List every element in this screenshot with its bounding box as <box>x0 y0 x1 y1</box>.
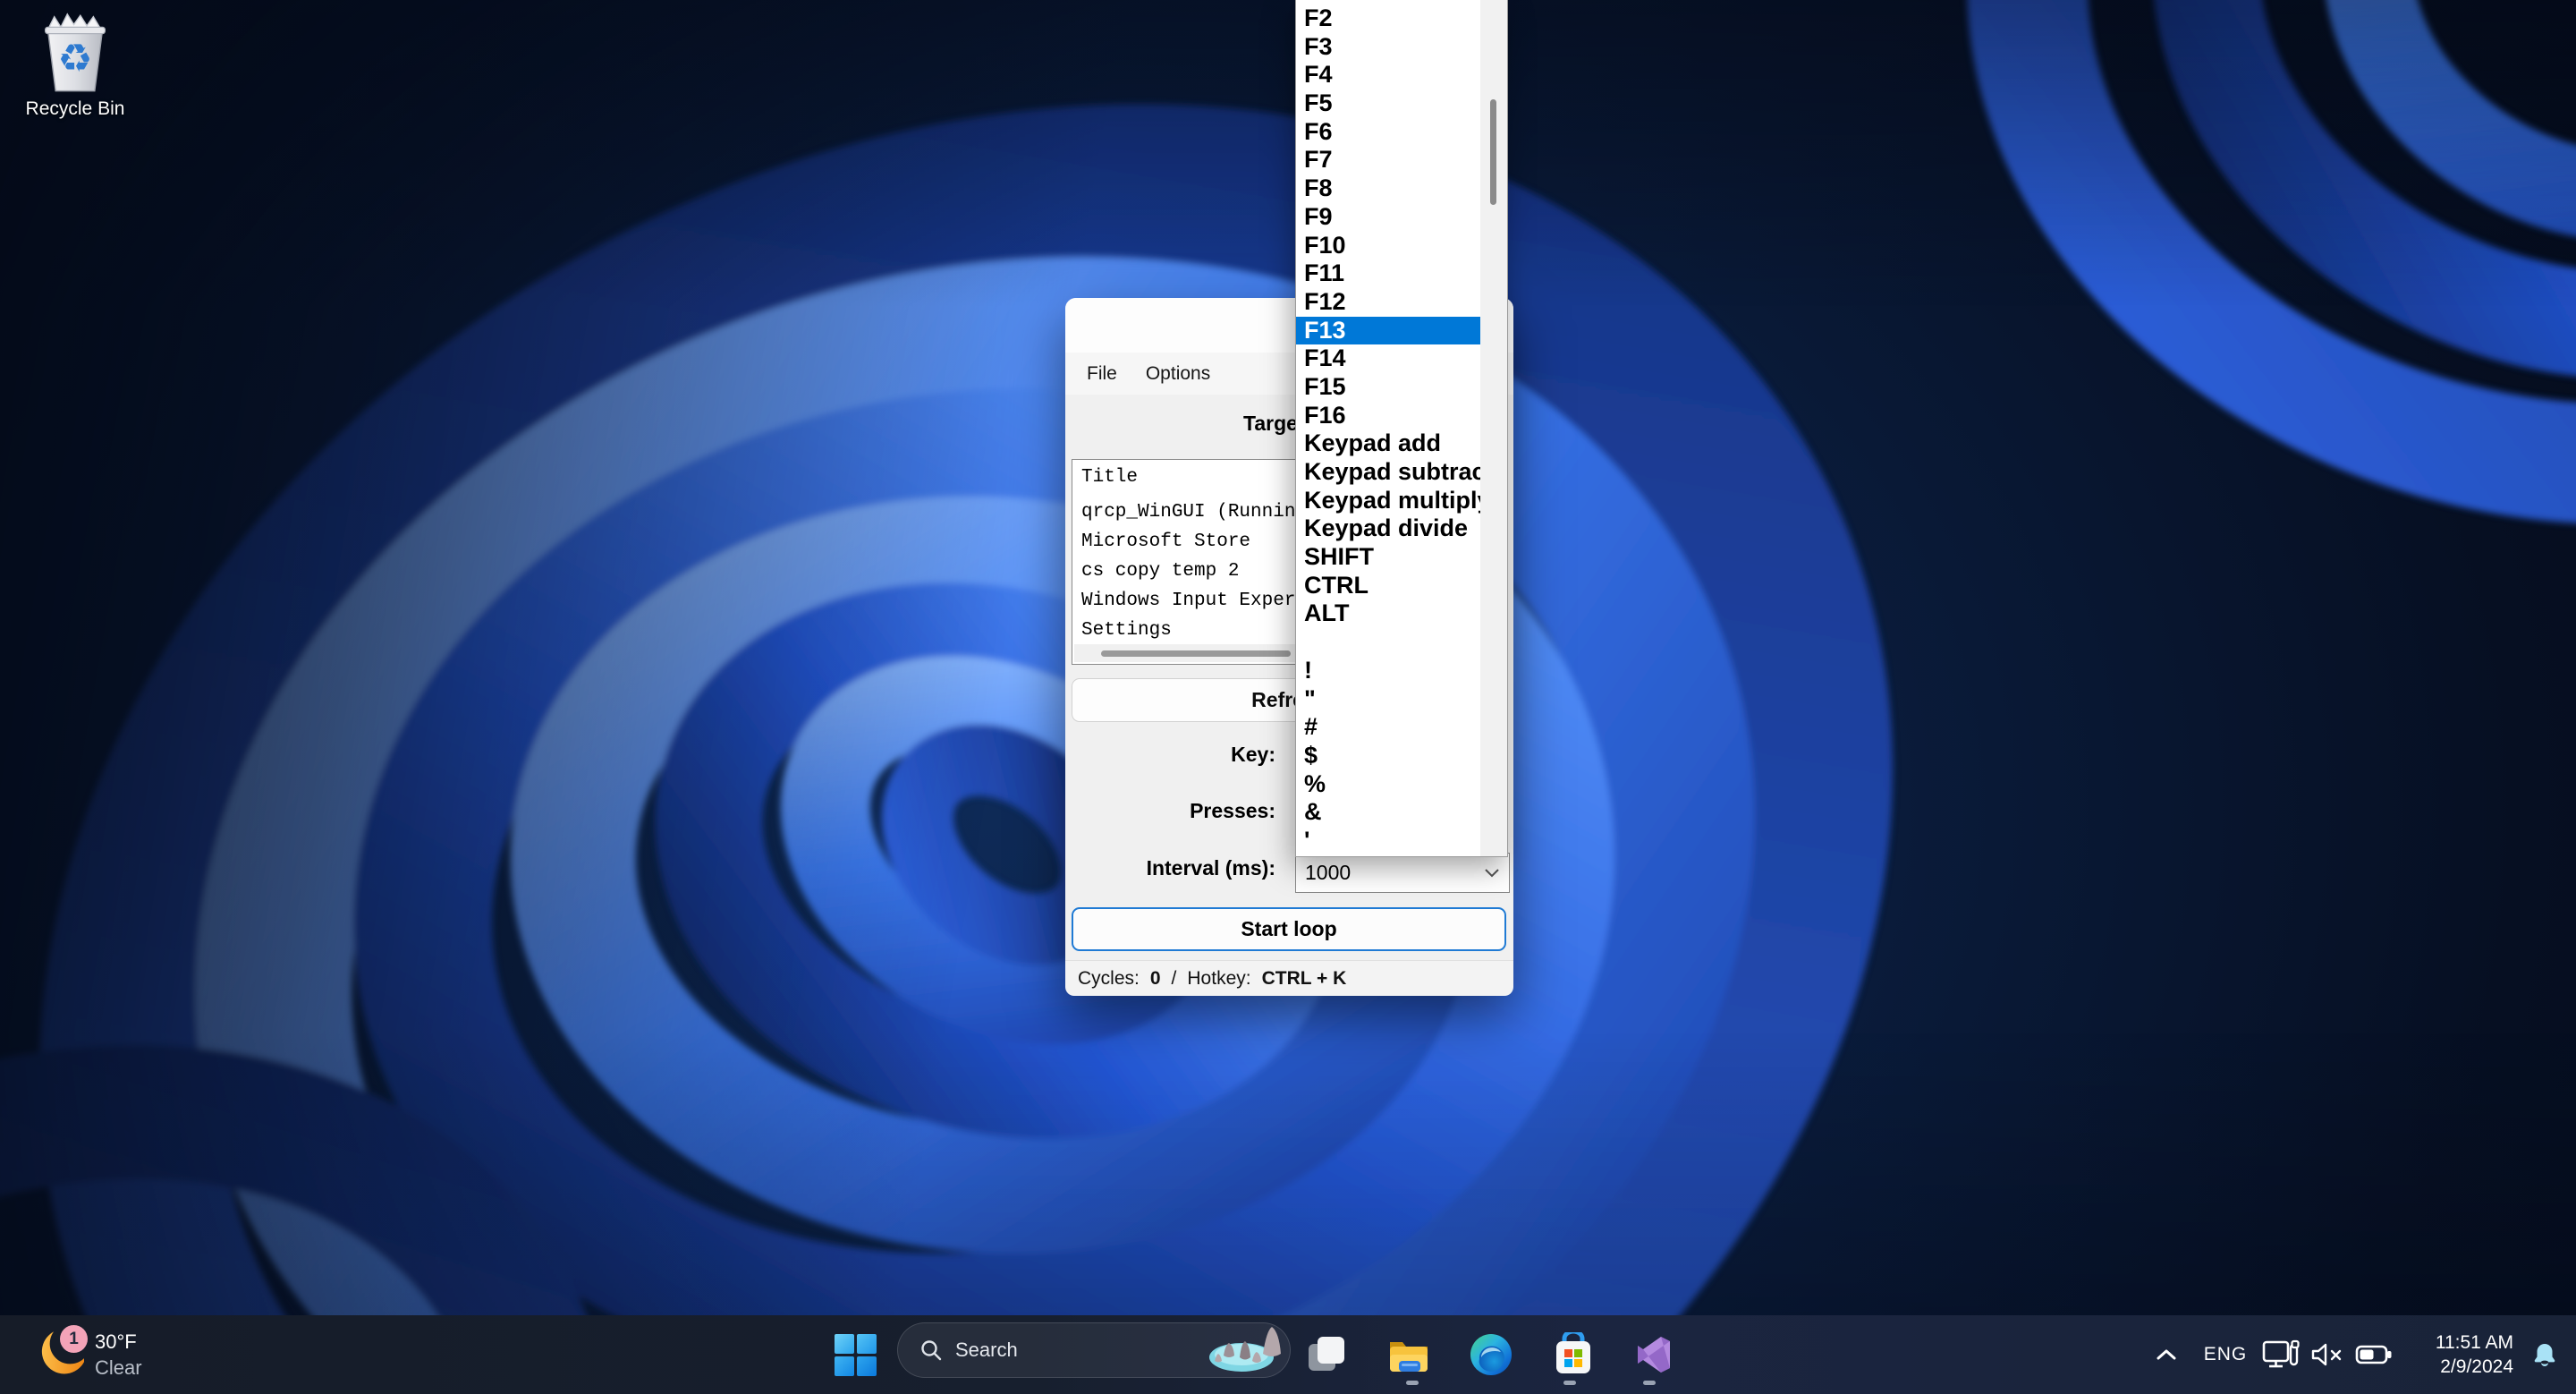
taskbar: 1 30°F Clear Search <box>0 1315 2576 1394</box>
microsoft-store-button[interactable] <box>1551 1328 1596 1381</box>
dropdown-item[interactable]: Keypad add <box>1296 429 1480 458</box>
dropdown-item[interactable]: $ <box>1296 742 1480 770</box>
recycle-bin-label: Recycle Bin <box>13 98 138 120</box>
dropdown-item[interactable]: F15 <box>1296 373 1480 402</box>
dropdown-item[interactable]: # <box>1296 713 1480 742</box>
monitor-pen-icon <box>2262 1339 2300 1370</box>
presses-label: Presses: <box>1065 799 1275 823</box>
key-dropdown-items: F2F3F4F5F6F7F8F9F10F11F12F13F14F15F16Key… <box>1296 4 1480 855</box>
dropdown-item[interactable]: F5 <box>1296 89 1480 118</box>
file-explorer-icon <box>1386 1333 1431 1376</box>
dropdown-item[interactable]: F12 <box>1296 288 1480 317</box>
dropdown-item[interactable]: F3 <box>1296 33 1480 62</box>
notification-center-button[interactable] <box>2513 1341 2576 1368</box>
task-view-icon <box>1305 1333 1348 1376</box>
key-label: Key: <box>1065 743 1275 767</box>
chevron-down-icon <box>1484 868 1500 878</box>
key-dropdown-list: F2F3F4F5F6F7F8F9F10F11F12F13F14F15F16Key… <box>1295 0 1508 857</box>
dropdown-item[interactable]: F8 <box>1296 174 1480 203</box>
dropdown-item[interactable]: Keypad subtract <box>1296 458 1480 487</box>
edge-icon <box>1469 1332 1513 1377</box>
condition-text: Clear <box>95 1356 142 1380</box>
task-view-button[interactable] <box>1304 1328 1349 1381</box>
dropdown-item[interactable]: Keypad multiply <box>1296 487 1480 515</box>
weather-widget[interactable]: 1 30°F Clear <box>32 1321 142 1389</box>
dropdown-scrollbar-thumb[interactable] <box>1490 99 1496 205</box>
clock[interactable]: 11:51 AM 2/9/2024 <box>2406 1330 2513 1379</box>
language-indicator[interactable]: ENG <box>2193 1344 2258 1365</box>
chevron-up-icon <box>2155 1347 2178 1363</box>
battery-button[interactable] <box>2351 1342 2397 1367</box>
taskbar-app-icons <box>1304 1315 1678 1394</box>
dropdown-item[interactable]: ALT <box>1296 599 1480 628</box>
running-indicator <box>1643 1381 1656 1385</box>
running-indicator <box>1406 1381 1419 1385</box>
dropdown-item[interactable]: F14 <box>1296 344 1480 373</box>
hidden-icons-button[interactable] <box>2140 1347 2193 1363</box>
bing-daily-image[interactable] <box>1200 1323 1288 1379</box>
dropdown-item[interactable]: F9 <box>1296 203 1480 232</box>
search-box[interactable]: Search <box>897 1322 1291 1378</box>
dropdown-item[interactable]: F6 <box>1296 118 1480 147</box>
hotkey-label: Hotkey: <box>1187 968 1250 990</box>
dropdown-item[interactable]: F16 <box>1296 402 1480 430</box>
dropdown-item[interactable]: F7 <box>1296 146 1480 174</box>
volume-button[interactable] <box>2304 1342 2351 1367</box>
windows-logo-icon <box>835 1334 877 1376</box>
dropdown-item[interactable]: F2 <box>1296 4 1480 33</box>
date-text: 2/9/2024 <box>2406 1355 2513 1379</box>
running-indicator <box>1563 1381 1576 1385</box>
dropdown-item[interactable]: F10 <box>1296 232 1480 260</box>
dropdown-item[interactable]: F4 <box>1296 61 1480 89</box>
cycles-label: Cycles: <box>1078 968 1140 990</box>
temperature-text: 30°F <box>95 1330 142 1354</box>
system-tray: ENG <box>2140 1315 2576 1394</box>
bell-icon <box>2531 1341 2558 1368</box>
interval-value: 1000 <box>1296 861 1484 885</box>
start-button[interactable] <box>828 1328 882 1381</box>
status-separator: / <box>1172 968 1177 990</box>
weather-badge: 1 <box>60 1325 88 1353</box>
recycle-bin-shortcut[interactable]: ♻ Recycle Bin <box>13 9 138 120</box>
pen-display-button[interactable] <box>2258 1339 2304 1370</box>
dropdown-item[interactable]: ' <box>1296 827 1480 855</box>
edge-button[interactable] <box>1469 1328 1513 1381</box>
visual-studio-button[interactable] <box>1633 1328 1678 1381</box>
visual-studio-icon <box>1634 1333 1677 1376</box>
dropdown-item[interactable]: SHIFT <box>1296 543 1480 572</box>
cycles-value: 0 <box>1150 968 1161 990</box>
dropdown-item[interactable]: F13 <box>1296 317 1480 345</box>
dropdown-item[interactable]: & <box>1296 798 1480 827</box>
start-loop-button[interactable]: Start loop <box>1072 907 1506 951</box>
status-bar: Cycles: 0 / Hotkey: CTRL + K <box>1065 960 1513 996</box>
dropdown-item[interactable] <box>1296 628 1480 657</box>
dropdown-item[interactable]: " <box>1296 685 1480 714</box>
horizontal-scrollbar-thumb[interactable] <box>1101 650 1291 657</box>
desktop: ♻ Recycle Bin File Options Target window… <box>0 0 2576 1394</box>
time-text: 11:51 AM <box>2406 1330 2513 1355</box>
interval-label: Interval (ms): <box>1065 856 1275 880</box>
battery-icon <box>2355 1342 2393 1367</box>
hotkey-value: CTRL + K <box>1262 968 1347 990</box>
menu-file[interactable]: File <box>1072 353 1131 395</box>
svg-text:♻: ♻ <box>57 37 92 81</box>
volume-muted-icon <box>2310 1342 2344 1367</box>
interval-combobox[interactable]: 1000 <box>1295 853 1510 893</box>
menu-options[interactable]: Options <box>1131 353 1224 395</box>
dropdown-item[interactable]: CTRL <box>1296 572 1480 600</box>
search-icon <box>919 1339 943 1362</box>
list-column-header: Title <box>1081 467 1138 488</box>
dropdown-item[interactable]: Keypad divide <box>1296 514 1480 543</box>
dropdown-item[interactable]: F11 <box>1296 259 1480 288</box>
microsoft-store-icon <box>1552 1332 1595 1377</box>
recycle-bin-icon: ♻ <box>38 9 112 95</box>
dropdown-item[interactable]: ! <box>1296 657 1480 685</box>
dropdown-item[interactable]: % <box>1296 770 1480 799</box>
dropdown-scrollbar[interactable] <box>1480 0 1507 856</box>
file-explorer-button[interactable] <box>1386 1328 1431 1381</box>
